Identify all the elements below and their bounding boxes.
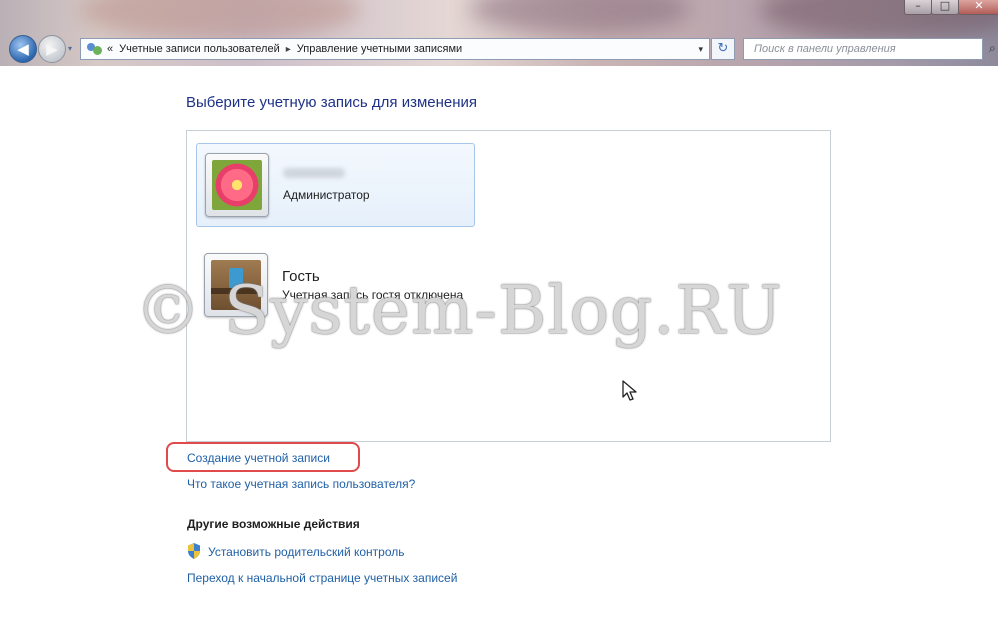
- close-button[interactable]: ✕: [958, 0, 998, 15]
- watermark: © System-Blog.RU: [135, 272, 783, 349]
- parental-control-link[interactable]: Установить родительский контроль: [208, 545, 405, 559]
- back-button[interactable]: ◀: [9, 35, 37, 63]
- search-input[interactable]: Поиск в панели управления: [743, 38, 983, 60]
- account-tile-administrator[interactable]: Администратор: [196, 143, 475, 227]
- forward-button[interactable]: ▶: [38, 35, 66, 63]
- recent-pages-dropdown-icon[interactable]: ▾: [68, 44, 72, 53]
- address-bar[interactable]: « Учетные записи пользователей ▸ Управле…: [80, 38, 710, 60]
- refresh-icon: ↻: [717, 41, 729, 56]
- mouse-cursor-icon: [622, 380, 637, 401]
- create-account-link[interactable]: Создание учетной записи: [187, 451, 330, 465]
- account-role: Администратор: [283, 188, 370, 202]
- account-name-blurred: [283, 168, 345, 178]
- breadcrumb-overflow[interactable]: «: [107, 43, 113, 55]
- window-titlebar: – □ ✕ ◀ ▶ ▾ « Учетные записи пользовател…: [0, 0, 998, 66]
- what-is-account-link[interactable]: Что такое учетная запись пользователя?: [187, 477, 415, 491]
- maximize-button[interactable]: □: [931, 0, 959, 15]
- aero-glass-blur: [470, 0, 690, 34]
- back-arrow-icon: ◀: [17, 40, 29, 58]
- breadcrumb-manage-accounts[interactable]: Управление учетными записями: [297, 43, 462, 55]
- flower-avatar-icon: [212, 160, 262, 210]
- breadcrumb-separator-icon[interactable]: ▸: [286, 44, 291, 55]
- aero-glass-blur: [80, 0, 360, 40]
- page-title: Выберите учетную запись для изменения: [186, 94, 478, 111]
- minimize-button[interactable]: –: [904, 0, 932, 15]
- refresh-button[interactable]: ↻: [711, 38, 735, 60]
- shield-icon: [188, 543, 200, 559]
- breadcrumb-user-accounts[interactable]: Учетные записи пользователей: [119, 43, 280, 55]
- forward-arrow-icon: ▶: [46, 40, 58, 58]
- user-accounts-icon: [87, 41, 103, 57]
- accounts-home-link[interactable]: Переход к начальной странице учетных зап…: [187, 571, 457, 585]
- search-icon[interactable]: ⌕: [989, 41, 996, 56]
- avatar: [205, 153, 269, 217]
- address-dropdown-icon[interactable]: ▾: [698, 44, 703, 55]
- other-actions-heading: Другие возможные действия: [187, 517, 360, 531]
